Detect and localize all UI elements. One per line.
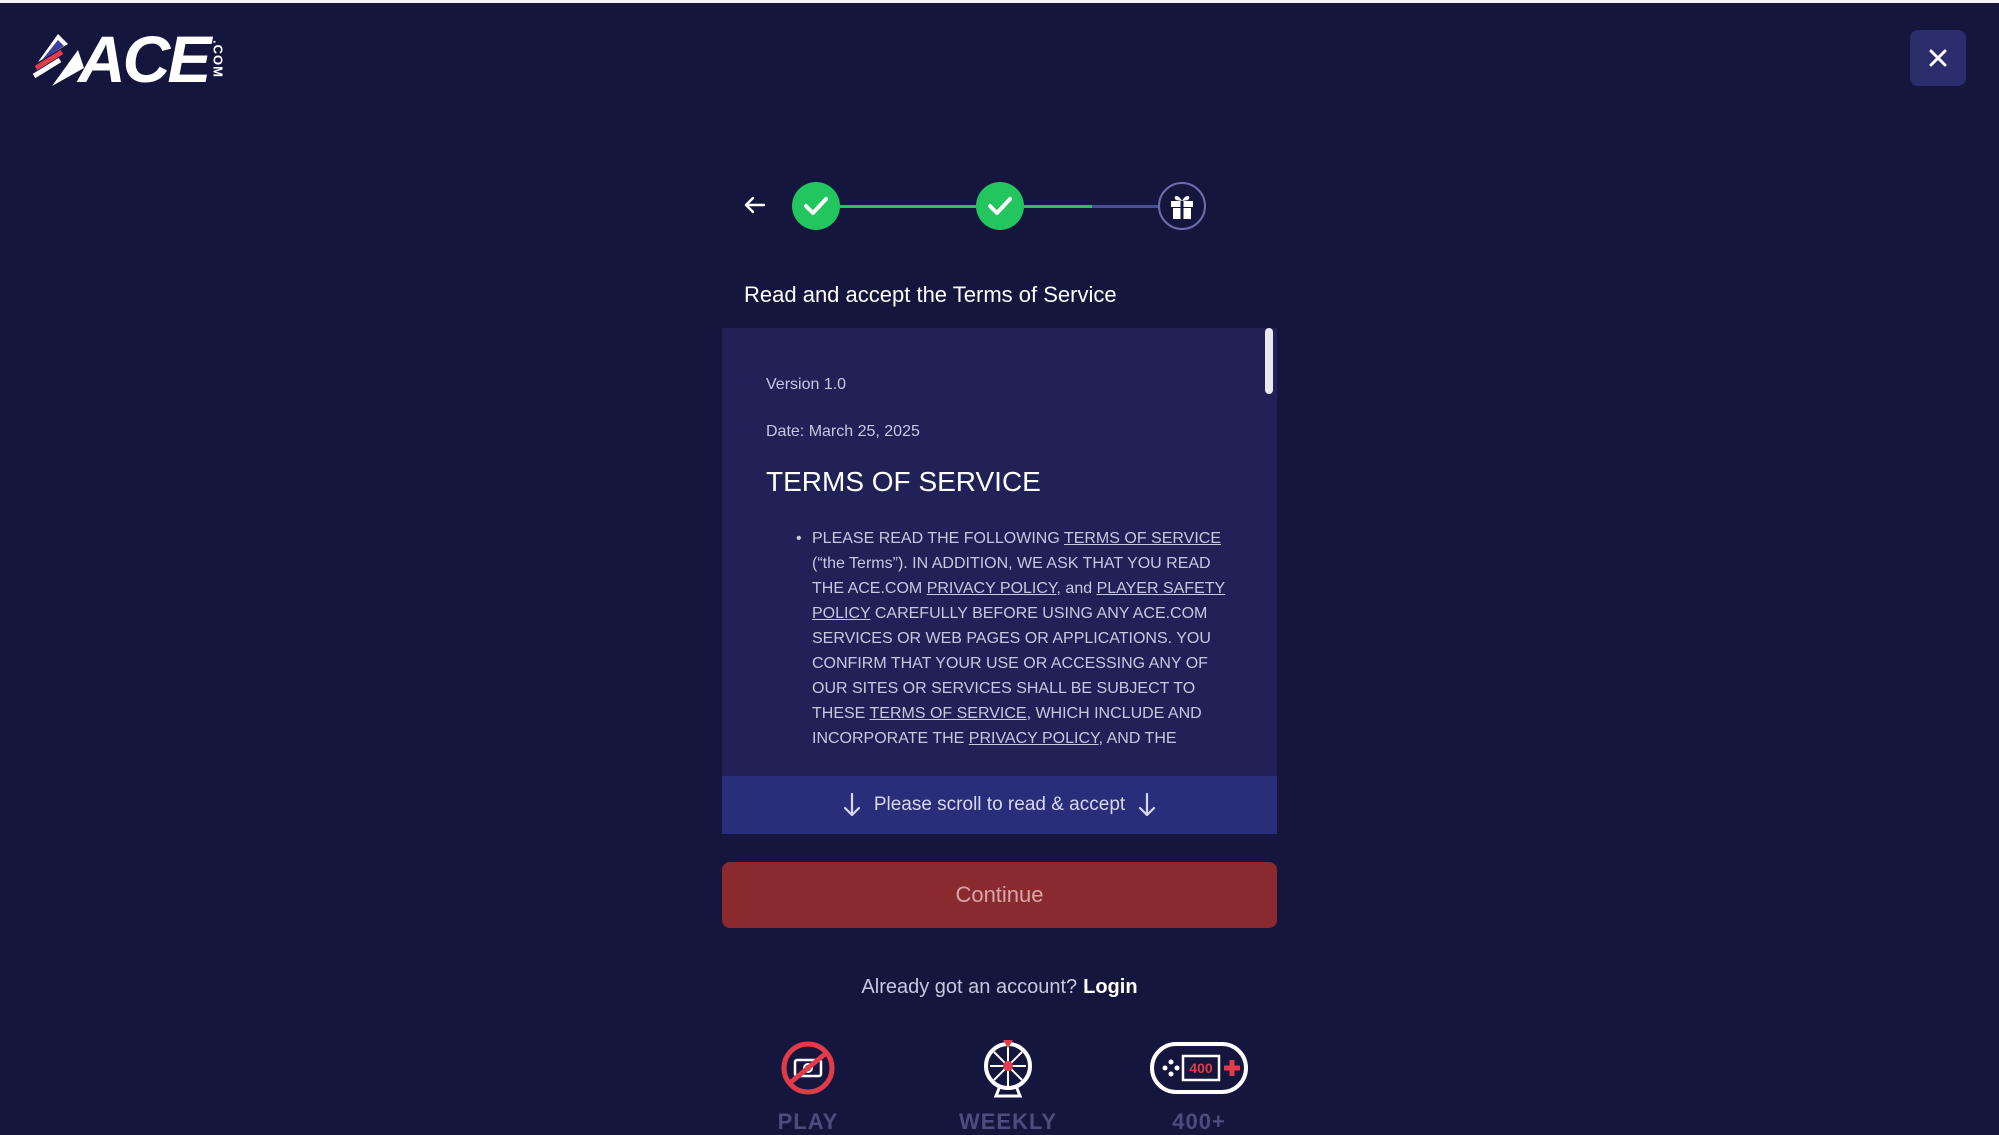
terms-paragraph: PLEASE READ THE FOLLOWING TERMS OF SERVI… bbox=[796, 526, 1232, 751]
feature-play: PLAY bbox=[743, 1038, 873, 1135]
terms-of-service-link[interactable]: TERMS OF SERVICE bbox=[870, 705, 1027, 722]
terms-scrollbar[interactable] bbox=[1265, 328, 1273, 394]
terms-panel[interactable]: Version 1.0 Date: March 25, 2025 TERMS O… bbox=[722, 328, 1277, 834]
svg-text:400: 400 bbox=[1189, 1060, 1213, 1076]
gift-icon bbox=[1171, 195, 1193, 219]
top-border bbox=[0, 0, 1999, 3]
back-arrow-icon[interactable] bbox=[740, 190, 770, 220]
login-prompt: Already got an account? Login bbox=[0, 976, 1999, 999]
gamepad-400-icon: 400 bbox=[1150, 1042, 1248, 1094]
step-1-complete bbox=[792, 182, 840, 230]
step-connector-3 bbox=[1092, 205, 1162, 208]
step-connector-2 bbox=[1024, 205, 1092, 208]
step-connector-1 bbox=[840, 205, 976, 208]
feature-weekly: WEEKLY bbox=[943, 1038, 1073, 1135]
arrow-down-icon bbox=[1139, 792, 1156, 817]
terms-date: Date: March 25, 2025 bbox=[766, 423, 920, 440]
terms-of-service-link[interactable]: TERMS OF SERVICE bbox=[1064, 530, 1221, 547]
privacy-policy-link[interactable]: PRIVACY POLICY bbox=[969, 730, 1099, 747]
feature-label: 400+ bbox=[1172, 1109, 1226, 1134]
progress-stepper bbox=[740, 178, 1210, 234]
close-button[interactable] bbox=[1910, 30, 1966, 86]
logo-wordmark: ACE bbox=[78, 22, 211, 96]
feature-label: PLAY bbox=[777, 1109, 839, 1134]
login-link[interactable]: Login bbox=[1083, 976, 1137, 998]
logo-domain: .COM bbox=[210, 40, 226, 78]
checkmark-icon bbox=[804, 197, 828, 215]
scroll-hint-text: Please scroll to read & accept bbox=[873, 794, 1126, 815]
terms-version: Version 1.0 bbox=[766, 376, 847, 393]
rocket-logo-icon bbox=[32, 34, 84, 86]
step-3-reward bbox=[1158, 182, 1206, 230]
close-icon bbox=[1929, 49, 1947, 67]
ace-logo[interactable]: ACE .COM bbox=[32, 26, 225, 92]
terms-scroll-area[interactable]: Version 1.0 Date: March 25, 2025 TERMS O… bbox=[722, 328, 1277, 776]
step-2-complete bbox=[976, 182, 1024, 230]
feature-400-plus: 400 400+ bbox=[1134, 1038, 1264, 1135]
account-prompt-text: Already got an account? bbox=[861, 976, 1078, 998]
modal-title: Read and accept the Terms of Service bbox=[744, 282, 1117, 307]
terms-list: PLEASE READ THE FOLLOWING TERMS OF SERVI… bbox=[766, 526, 1232, 751]
terms-heading: TERMS OF SERVICE bbox=[766, 466, 1041, 497]
checkmark-icon bbox=[988, 197, 1012, 215]
no-money-icon bbox=[781, 1041, 835, 1095]
scroll-hint-bar[interactable]: Please scroll to read & accept bbox=[722, 776, 1277, 834]
continue-button[interactable]: Continue bbox=[722, 862, 1277, 928]
prize-wheel-icon bbox=[984, 1040, 1032, 1098]
feature-label: WEEKLY bbox=[958, 1109, 1058, 1134]
arrow-down-icon bbox=[843, 792, 860, 817]
privacy-policy-link[interactable]: PRIVACY POLICY bbox=[927, 580, 1057, 597]
